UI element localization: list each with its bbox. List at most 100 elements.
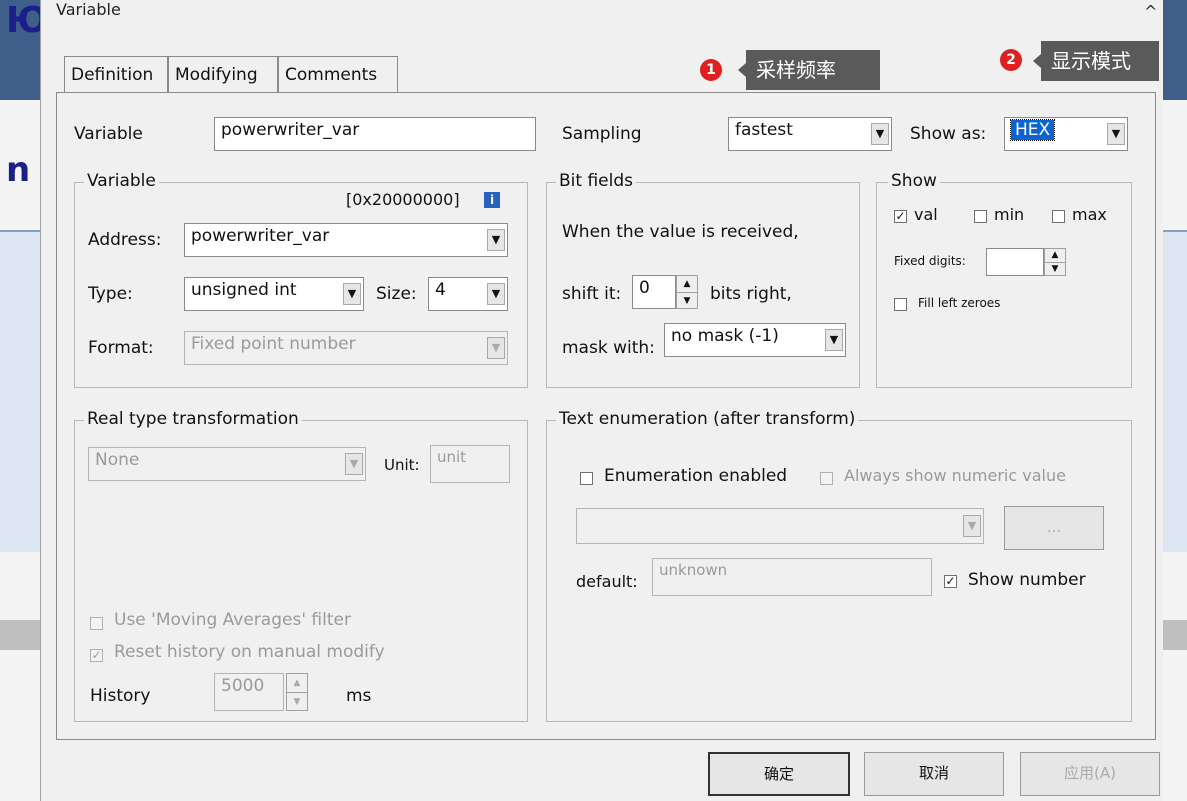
callout-sampling-rate: 采样频率 — [746, 50, 880, 90]
format-label: Format: — [88, 338, 154, 358]
moving-avg-label: Use 'Moving Averages' filter — [114, 610, 351, 630]
shift-label: shift it: — [562, 284, 622, 304]
variable-group-title: Variable — [84, 171, 159, 191]
bit-fields-description: When the value is received, — [562, 222, 799, 242]
sampling-select[interactable]: fastest ▼ — [728, 117, 892, 151]
type-select[interactable]: unsigned int ▼ — [184, 277, 364, 311]
callout-badge-1: 1 — [700, 59, 722, 81]
real-type-select[interactable]: None ▼ — [88, 447, 366, 481]
size-value: 4 — [435, 280, 446, 300]
chevron-down-icon[interactable]: ▼ — [871, 123, 889, 145]
shift-spinner[interactable]: ▲ ▼ — [676, 275, 698, 309]
collapse-icon[interactable]: ^ — [1144, 2, 1157, 21]
bit-fields-title: Bit fields — [556, 171, 636, 191]
bits-right-label: bits right, — [710, 284, 792, 304]
cancel-button[interactable]: 取消 — [864, 752, 1004, 796]
show-as-value: HEX — [1009, 119, 1056, 141]
chevron-down-icon[interactable]: ▼ — [487, 337, 505, 359]
address-hex: [0x20000000] — [346, 190, 460, 209]
sampling-label: Sampling — [562, 124, 642, 144]
mask-select[interactable]: no mask (-1) ▼ — [664, 323, 846, 357]
fixed-digits-label: Fixed digits: — [894, 254, 966, 268]
callout-arrow-2 — [1033, 54, 1041, 68]
background-text-fragment-2: n — [6, 150, 31, 190]
min-checkbox[interactable] — [974, 210, 987, 223]
mask-value: no mask (-1) — [671, 326, 779, 346]
chevron-down-icon[interactable]: ▼ — [487, 283, 505, 305]
max-checkbox[interactable] — [1052, 210, 1065, 223]
default-input[interactable]: unknown — [652, 558, 932, 596]
reset-history-label: Reset history on manual modify — [114, 642, 385, 662]
shift-input[interactable]: 0 — [632, 275, 676, 309]
ok-button[interactable]: 确定 — [708, 752, 850, 796]
apply-button[interactable]: 应用(A) — [1020, 752, 1160, 796]
size-select[interactable]: 4 ▼ — [428, 277, 508, 311]
spin-up-icon[interactable]: ▲ — [1045, 249, 1065, 263]
chevron-down-icon[interactable]: ▼ — [825, 329, 843, 351]
unit-label: Unit: — [384, 456, 420, 474]
spin-down-icon[interactable]: ▼ — [1045, 263, 1065, 276]
min-label: min — [994, 205, 1025, 224]
format-select[interactable]: Fixed point number ▼ — [184, 331, 508, 365]
chevron-down-icon[interactable]: ▼ — [1107, 123, 1125, 145]
enum-enabled-checkbox[interactable] — [580, 472, 593, 485]
tab-definition[interactable]: Definition — [64, 56, 168, 92]
text-enum-title: Text enumeration (after transform) — [556, 409, 859, 429]
default-value: unknown — [659, 561, 728, 579]
real-type-value: None — [95, 450, 140, 470]
fill-zeroes-label: Fill left zeroes — [918, 296, 1001, 310]
fill-zeroes-checkbox[interactable] — [894, 298, 907, 311]
address-select[interactable]: powerwriter_var ▼ — [184, 223, 508, 257]
tab-comments[interactable]: Comments — [278, 56, 398, 92]
callout-arrow-1 — [738, 63, 746, 77]
address-value: powerwriter_var — [191, 226, 330, 246]
chevron-down-icon[interactable]: ▼ — [345, 453, 363, 475]
unit-input[interactable]: unit — [430, 445, 510, 483]
real-type-title: Real type transformation — [84, 409, 302, 429]
always-numeric-checkbox[interactable] — [820, 472, 833, 485]
spin-down-icon[interactable]: ▼ — [677, 293, 697, 309]
reset-history-checkbox[interactable]: ✓ — [90, 649, 103, 662]
val-label: val — [914, 205, 938, 224]
history-value: 5000 — [221, 676, 265, 696]
spin-down-icon[interactable]: ▼ — [287, 693, 307, 711]
spin-up-icon[interactable]: ▲ — [287, 674, 307, 693]
default-label: default: — [576, 572, 638, 591]
spin-up-icon[interactable]: ▲ — [677, 276, 697, 293]
enum-select[interactable]: ▼ — [576, 508, 984, 544]
fixed-digits-spinner[interactable]: ▲ ▼ — [1044, 248, 1066, 276]
enum-edit-button[interactable]: ... — [1004, 506, 1104, 550]
max-label: max — [1072, 205, 1107, 224]
unit-value: unit — [437, 448, 467, 466]
type-value: unsigned int — [191, 280, 297, 300]
window-title: Variable — [56, 0, 121, 19]
history-input[interactable]: 5000 — [214, 673, 284, 711]
fixed-digits-input[interactable] — [986, 248, 1044, 276]
type-label: Type: — [88, 284, 133, 304]
val-checkbox[interactable]: ✓ — [894, 210, 907, 223]
moving-avg-checkbox[interactable] — [90, 617, 103, 630]
history-spinner[interactable]: ▲ ▼ — [286, 673, 308, 711]
show-number-label: Show number — [968, 570, 1086, 590]
show-group-title: Show — [888, 171, 940, 191]
enum-enabled-label: Enumeration enabled — [604, 466, 788, 486]
callout-display-mode: 显示模式 — [1041, 41, 1159, 81]
format-value: Fixed point number — [191, 334, 356, 354]
show-as-select[interactable]: HEX ▼ — [1004, 117, 1128, 151]
address-label: Address: — [88, 230, 162, 250]
callout-badge-2: 2 — [1000, 49, 1022, 71]
chevron-down-icon[interactable]: ▼ — [343, 283, 361, 305]
show-as-label: Show as: — [910, 124, 987, 144]
chevron-down-icon[interactable]: ▼ — [487, 229, 505, 251]
tab-modifying[interactable]: Modifying — [168, 56, 278, 92]
show-number-checkbox[interactable]: ✓ — [944, 575, 957, 588]
history-label: History — [90, 686, 151, 706]
background-app-right — [1162, 0, 1187, 801]
always-numeric-label: Always show numeric value — [844, 466, 1066, 485]
chevron-down-icon[interactable]: ▼ — [963, 515, 981, 537]
variable-name-input[interactable]: powerwriter_var — [214, 117, 536, 151]
sampling-value: fastest — [735, 120, 793, 140]
size-label: Size: — [376, 284, 417, 304]
info-icon[interactable]: i — [484, 192, 500, 208]
mask-label: mask with: — [562, 338, 655, 358]
